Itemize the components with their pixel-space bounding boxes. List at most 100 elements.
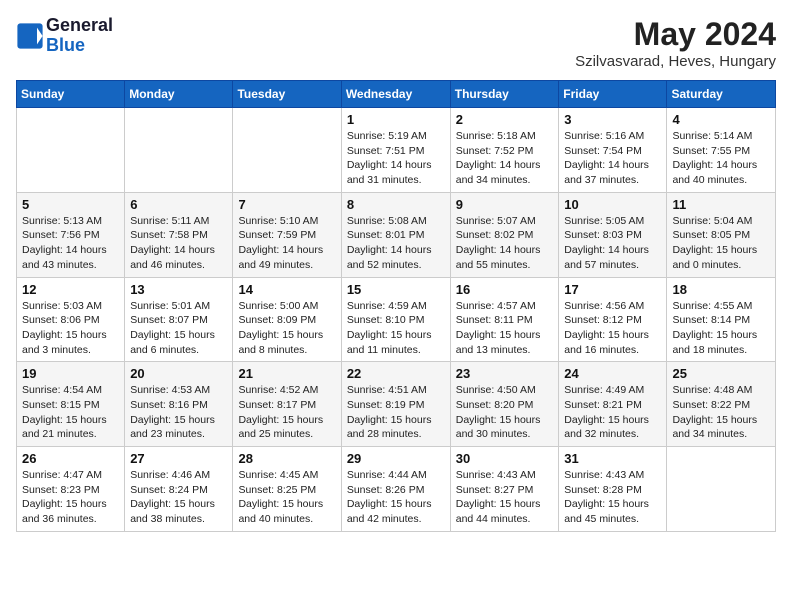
day-info: Sunrise: 4:54 AM Sunset: 8:15 PM Dayligh…: [22, 383, 119, 442]
calendar-week-3: 12 Sunrise: 5:03 AM Sunset: 8:06 PM Dayli…: [17, 277, 776, 362]
month-title: May 2024: [575, 16, 776, 53]
calendar-cell: 31 Sunrise: 4:43 AM Sunset: 8:28 PM Dayli…: [559, 447, 667, 532]
day-info: Sunrise: 5:11 AM Sunset: 7:58 PM Dayligh…: [130, 214, 227, 273]
day-info: Sunrise: 4:50 AM Sunset: 8:20 PM Dayligh…: [456, 383, 554, 442]
day-info: Sunrise: 5:05 AM Sunset: 8:03 PM Dayligh…: [564, 214, 661, 273]
calendar-cell: 5Sunrise: 5:13 AM Sunset: 7:56 PM Daylig…: [17, 192, 125, 277]
day-number: 8: [347, 197, 445, 212]
day-info: Sunrise: 4:46 AM Sunset: 8:24 PM Dayligh…: [130, 468, 227, 527]
day-info: Sunrise: 5:04 AM Sunset: 8:05 PM Dayligh…: [672, 214, 770, 273]
day-info: Sunrise: 5:08 AM Sunset: 8:01 PM Dayligh…: [347, 214, 445, 273]
weekday-header-monday: Monday: [125, 81, 233, 108]
calendar-cell: [233, 108, 341, 193]
title-area: May 2024 Szilvasvarad, Heves, Hungary: [575, 16, 776, 70]
day-info: Sunrise: 4:43 AM Sunset: 8:27 PM Dayligh…: [456, 468, 554, 527]
calendar-cell: 10 Sunrise: 5:05 AM Sunset: 8:03 PM Dayli…: [559, 192, 667, 277]
calendar-cell: 27Sunrise: 4:46 AM Sunset: 8:24 PM Dayli…: [125, 447, 233, 532]
calendar-week-4: 19 Sunrise: 4:54 AM Sunset: 8:15 PM Dayli…: [17, 362, 776, 447]
day-number: 10: [564, 197, 661, 212]
day-number: 30: [456, 451, 554, 466]
calendar-cell: 24Sunrise: 4:49 AM Sunset: 8:21 PM Dayli…: [559, 362, 667, 447]
day-number: 6: [130, 197, 227, 212]
day-info: Sunrise: 5:10 AM Sunset: 7:59 PM Dayligh…: [238, 214, 335, 273]
day-info: Sunrise: 4:49 AM Sunset: 8:21 PM Dayligh…: [564, 383, 661, 442]
day-info: Sunrise: 4:55 AM Sunset: 8:14 PM Dayligh…: [672, 299, 770, 358]
calendar-cell: 20Sunrise: 4:53 AM Sunset: 8:16 PM Dayli…: [125, 362, 233, 447]
day-info: Sunrise: 5:00 AM Sunset: 8:09 PM Dayligh…: [238, 299, 335, 358]
weekday-header-friday: Friday: [559, 81, 667, 108]
day-number: 26: [22, 451, 119, 466]
day-number: 14: [238, 282, 335, 297]
calendar-cell: 21 Sunrise: 4:52 AM Sunset: 8:17 PM Dayli…: [233, 362, 341, 447]
day-number: 3: [564, 112, 661, 127]
day-number: 13: [130, 282, 227, 297]
calendar-cell: 26 Sunrise: 4:47 AM Sunset: 8:23 PM Dayli…: [17, 447, 125, 532]
calendar-cell: 3Sunrise: 5:16 AM Sunset: 7:54 PM Daylig…: [559, 108, 667, 193]
day-number: 4: [672, 112, 770, 127]
day-info: Sunrise: 5:19 AM Sunset: 7:51 PM Dayligh…: [347, 129, 445, 188]
weekday-header-tuesday: Tuesday: [233, 81, 341, 108]
calendar-cell: 17Sunrise: 4:56 AM Sunset: 8:12 PM Dayli…: [559, 277, 667, 362]
day-number: 23: [456, 366, 554, 381]
calendar-cell: 7 Sunrise: 5:10 AM Sunset: 7:59 PM Daylig…: [233, 192, 341, 277]
day-info: Sunrise: 4:51 AM Sunset: 8:19 PM Dayligh…: [347, 383, 445, 442]
day-info: Sunrise: 4:45 AM Sunset: 8:25 PM Dayligh…: [238, 468, 335, 527]
day-info: Sunrise: 4:48 AM Sunset: 8:22 PM Dayligh…: [672, 383, 770, 442]
calendar-cell: 16 Sunrise: 4:57 AM Sunset: 8:11 PM Dayli…: [450, 277, 559, 362]
day-number: 17: [564, 282, 661, 297]
day-info: Sunrise: 4:52 AM Sunset: 8:17 PM Dayligh…: [238, 383, 335, 442]
calendar-week-1: 1Sunrise: 5:19 AM Sunset: 7:51 PM Daylig…: [17, 108, 776, 193]
day-info: Sunrise: 5:03 AM Sunset: 8:06 PM Dayligh…: [22, 299, 119, 358]
calendar-cell: 9Sunrise: 5:07 AM Sunset: 8:02 PM Daylig…: [450, 192, 559, 277]
calendar-week-2: 5Sunrise: 5:13 AM Sunset: 7:56 PM Daylig…: [17, 192, 776, 277]
day-info: Sunrise: 5:14 AM Sunset: 7:55 PM Dayligh…: [672, 129, 770, 188]
day-number: 7: [238, 197, 335, 212]
calendar-cell: 18 Sunrise: 4:55 AM Sunset: 8:14 PM Dayli…: [667, 277, 776, 362]
calendar-week-5: 26 Sunrise: 4:47 AM Sunset: 8:23 PM Dayli…: [17, 447, 776, 532]
calendar-cell: [667, 447, 776, 532]
logo-line2: Blue: [46, 36, 113, 56]
day-number: 20: [130, 366, 227, 381]
day-info: Sunrise: 4:47 AM Sunset: 8:23 PM Dayligh…: [22, 468, 119, 527]
calendar-cell: 14 Sunrise: 5:00 AM Sunset: 8:09 PM Dayli…: [233, 277, 341, 362]
page-header: General Blue May 2024 Szilvasvarad, Heve…: [16, 16, 776, 70]
calendar-cell: [125, 108, 233, 193]
day-number: 2: [456, 112, 554, 127]
day-info: Sunrise: 5:07 AM Sunset: 8:02 PM Dayligh…: [456, 214, 554, 273]
calendar-cell: 12 Sunrise: 5:03 AM Sunset: 8:06 PM Dayli…: [17, 277, 125, 362]
weekday-header-wednesday: Wednesday: [341, 81, 450, 108]
day-number: 25: [672, 366, 770, 381]
weekday-header-saturday: Saturday: [667, 81, 776, 108]
day-info: Sunrise: 4:57 AM Sunset: 8:11 PM Dayligh…: [456, 299, 554, 358]
calendar-cell: 29Sunrise: 4:44 AM Sunset: 8:26 PM Dayli…: [341, 447, 450, 532]
day-info: Sunrise: 4:43 AM Sunset: 8:28 PM Dayligh…: [564, 468, 661, 527]
calendar-cell: 6 Sunrise: 5:11 AM Sunset: 7:58 PM Daylig…: [125, 192, 233, 277]
logo-icon: [16, 22, 44, 50]
logo-line1: General: [46, 16, 113, 36]
calendar-cell: 22Sunrise: 4:51 AM Sunset: 8:19 PM Dayli…: [341, 362, 450, 447]
day-number: 18: [672, 282, 770, 297]
calendar-cell: 30 Sunrise: 4:43 AM Sunset: 8:27 PM Dayli…: [450, 447, 559, 532]
day-info: Sunrise: 5:18 AM Sunset: 7:52 PM Dayligh…: [456, 129, 554, 188]
calendar-cell: 11 Sunrise: 5:04 AM Sunset: 8:05 PM Dayli…: [667, 192, 776, 277]
calendar-cell: 2 Sunrise: 5:18 AM Sunset: 7:52 PM Daylig…: [450, 108, 559, 193]
day-number: 31: [564, 451, 661, 466]
day-number: 15: [347, 282, 445, 297]
day-number: 19: [22, 366, 119, 381]
calendar-cell: 13 Sunrise: 5:01 AM Sunset: 8:07 PM Dayli…: [125, 277, 233, 362]
day-number: 12: [22, 282, 119, 297]
weekday-header-sunday: Sunday: [17, 81, 125, 108]
calendar-cell: [17, 108, 125, 193]
day-info: Sunrise: 5:01 AM Sunset: 8:07 PM Dayligh…: [130, 299, 227, 358]
day-number: 5: [22, 197, 119, 212]
day-number: 11: [672, 197, 770, 212]
weekday-header-row: SundayMondayTuesdayWednesdayThursdayFrid…: [17, 81, 776, 108]
day-info: Sunrise: 4:59 AM Sunset: 8:10 PM Dayligh…: [347, 299, 445, 358]
logo: General Blue: [16, 16, 113, 56]
location: Szilvasvarad, Heves, Hungary: [575, 53, 776, 70]
weekday-header-thursday: Thursday: [450, 81, 559, 108]
day-number: 16: [456, 282, 554, 297]
day-number: 21: [238, 366, 335, 381]
calendar-cell: 8 Sunrise: 5:08 AM Sunset: 8:01 PM Daylig…: [341, 192, 450, 277]
calendar-table: SundayMondayTuesdayWednesdayThursdayFrid…: [16, 80, 776, 532]
